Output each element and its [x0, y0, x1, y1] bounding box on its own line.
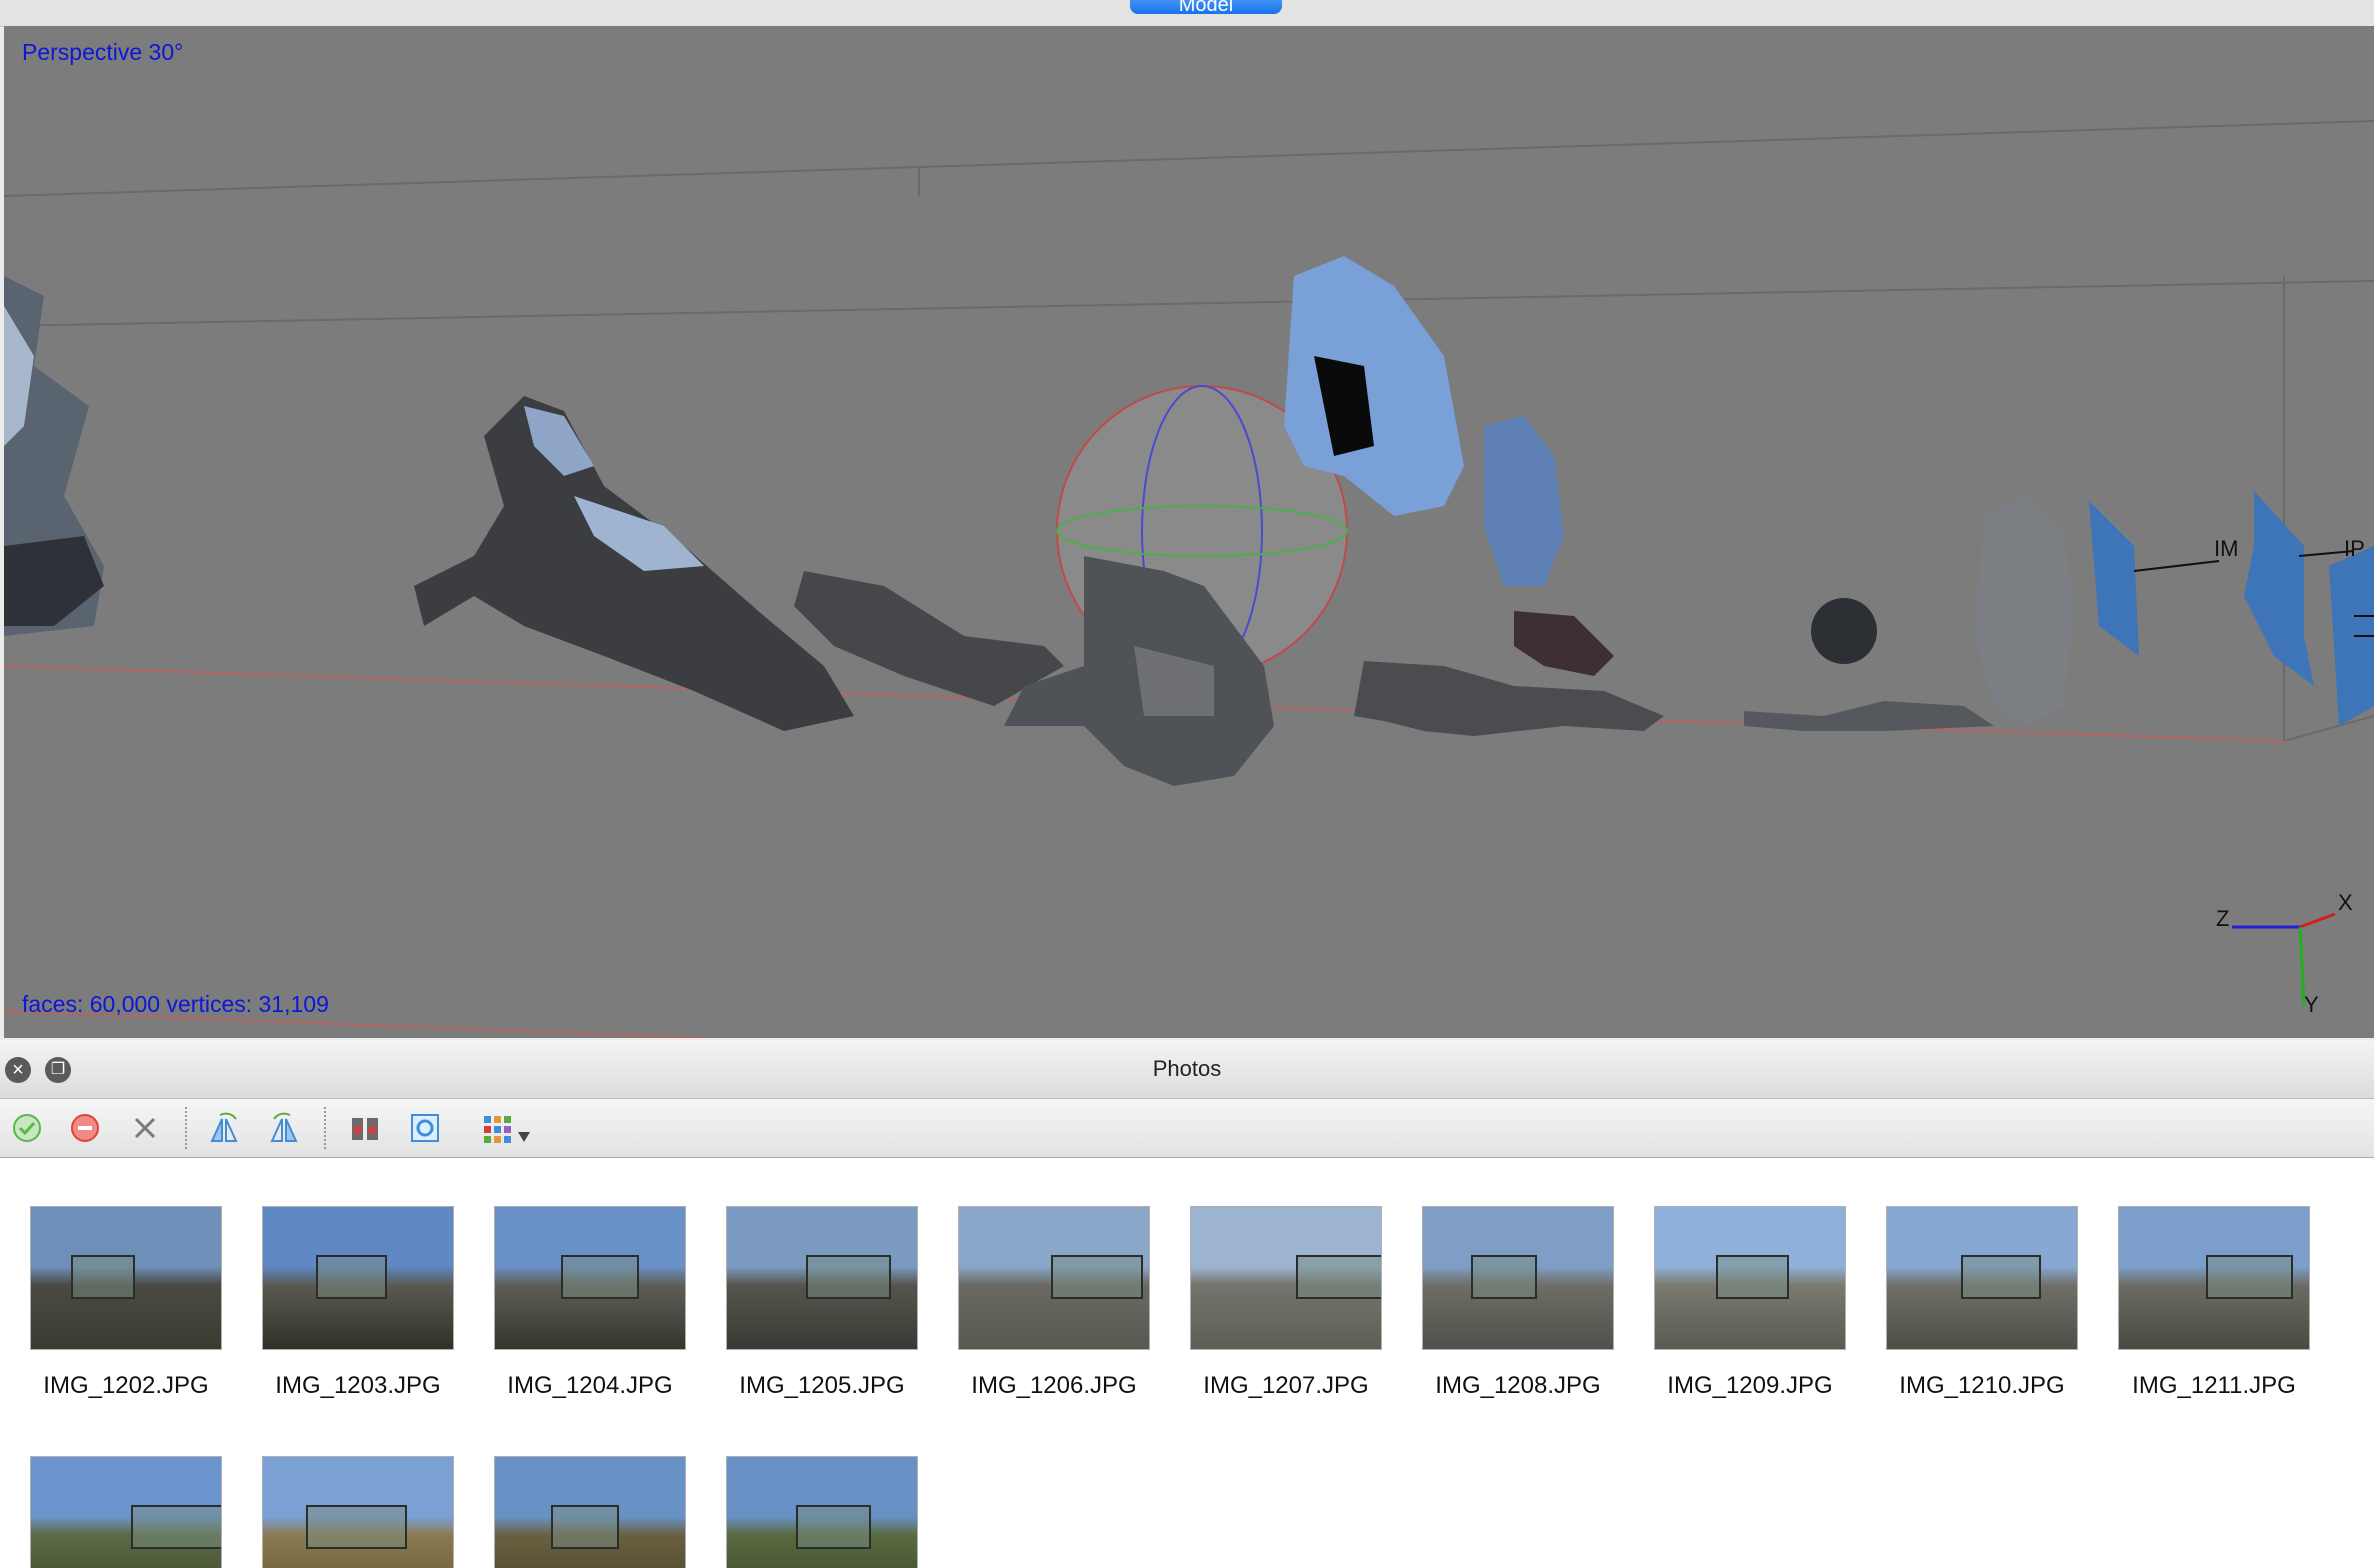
photo-image — [2118, 1206, 2310, 1350]
window-top-bar: Model — [0, 0, 2374, 27]
photo-thumbnail[interactable] — [494, 1456, 686, 1568]
model-tab[interactable]: Model — [1130, 0, 1282, 14]
photo-image — [1654, 1206, 1846, 1350]
photo-image — [494, 1206, 686, 1350]
photo-thumbnail[interactable]: IMG_1203.JPG — [262, 1206, 454, 1399]
photo-filename: IMG_1205.JPG — [739, 1372, 905, 1399]
photo-thumbnail[interactable]: IMG_1206.JPG — [958, 1206, 1150, 1399]
photo-image — [958, 1206, 1150, 1350]
photo-thumbnail[interactable]: IMG_1211.JPG — [2118, 1206, 2310, 1399]
camera-label-1: IM — [2214, 536, 2239, 561]
bus-shelter-shape — [806, 1255, 891, 1299]
bus-shelter-shape — [131, 1505, 221, 1549]
photos-panel-title: Photos — [1152, 1056, 1222, 1081]
photo-image — [726, 1456, 918, 1568]
remove-icon[interactable] — [126, 1109, 164, 1147]
photo-image — [1422, 1206, 1614, 1350]
photo-thumbnail[interactable]: IMG_1204.JPG — [494, 1206, 686, 1399]
photo-image — [726, 1206, 918, 1350]
photo-image — [1190, 1206, 1382, 1350]
photo-image — [262, 1456, 454, 1568]
photo-filename: IMG_1208.JPG — [1435, 1372, 1601, 1399]
bus-shelter-shape — [1961, 1255, 2041, 1299]
camera-label-2: IP — [2344, 536, 2365, 561]
y-axis-label: Y — [2304, 992, 2319, 1017]
mesh-stats-label: faces: 60,000 vertices: 31,109 — [22, 991, 329, 1017]
photo-thumbnail[interactable] — [30, 1456, 222, 1568]
photos-panel-header: × ❐ Photos — [0, 1040, 2374, 1099]
bus-shelter-shape — [1296, 1255, 1381, 1299]
enable-icon[interactable] — [8, 1109, 46, 1147]
bus-shelter-shape — [1716, 1255, 1789, 1299]
rotate-right-icon[interactable] — [206, 1109, 244, 1147]
photo-thumbnail[interactable] — [262, 1456, 454, 1568]
rotate-left-icon[interactable] — [266, 1109, 304, 1147]
photo-thumbnail[interactable]: IMG_1207.JPG — [1190, 1206, 1382, 1399]
view-mode-icon[interactable] — [478, 1109, 538, 1147]
bus-shelter-shape — [316, 1255, 387, 1299]
photo-image — [262, 1206, 454, 1350]
toolbar-separator — [185, 1107, 187, 1149]
axes-indicator — [2232, 912, 2336, 1007]
photo-filename: IMG_1203.JPG — [275, 1372, 441, 1399]
bus-shelter-shape — [1051, 1255, 1143, 1299]
bus-shelter-shape — [561, 1255, 639, 1299]
photo-filename: IMG_1210.JPG — [1899, 1372, 2065, 1399]
photo-thumbnail[interactable] — [726, 1456, 918, 1568]
photo-filename: IMG_1207.JPG — [1203, 1372, 1369, 1399]
model-tab-label: Model — [1178, 0, 1234, 14]
bus-shelter-shape — [2206, 1255, 2293, 1299]
photos-gallery: IMG_1202.JPG IMG_1203.JPG IMG_1204.JPG IMG_… — [0, 1158, 2374, 1568]
bus-shelter-shape — [796, 1505, 871, 1549]
photo-image — [30, 1206, 222, 1350]
z-axis-label: Z — [2216, 906, 2230, 931]
3d-model-viewport[interactable]: Perspective 30° faces: 60,000 vertices: … — [4, 26, 2374, 1038]
photo-filename: IMG_1206.JPG — [971, 1372, 1137, 1399]
photo-filename: IMG_1211.JPG — [2132, 1372, 2296, 1399]
toolbar-separator — [324, 1107, 326, 1149]
x-axis-label: X — [2338, 890, 2353, 915]
photos-toolbar — [0, 1099, 2374, 1158]
photo-image — [494, 1456, 686, 1568]
show-image-icon[interactable] — [406, 1109, 444, 1147]
photo-thumbnail[interactable]: IMG_1202.JPG — [30, 1206, 222, 1399]
photo-thumbnail[interactable]: IMG_1208.JPG — [1422, 1206, 1614, 1399]
bus-shelter-shape — [1471, 1255, 1537, 1299]
photo-filename: IMG_1209.JPG — [1667, 1372, 1833, 1399]
photo-filename: IMG_1204.JPG — [507, 1372, 673, 1399]
filter-cameras-icon[interactable] — [346, 1109, 384, 1147]
disable-icon[interactable] — [66, 1109, 104, 1147]
mesh-fragments — [4, 256, 2074, 786]
photo-image — [30, 1456, 222, 1568]
photo-filename: IMG_1202.JPG — [43, 1372, 209, 1399]
bus-shelter-shape — [306, 1505, 407, 1549]
photo-thumbnail[interactable]: IMG_1209.JPG — [1654, 1206, 1846, 1399]
model-scene — [4, 120, 2374, 1038]
bus-shelter-shape — [71, 1255, 135, 1299]
photo-thumbnail[interactable]: IMG_1205.JPG — [726, 1206, 918, 1399]
view-mode-label: Perspective 30° — [22, 39, 184, 65]
camera-planes[interactable] — [2089, 491, 2374, 726]
photo-thumbnail[interactable]: IMG_1210.JPG — [1886, 1206, 2078, 1399]
photo-image — [1886, 1206, 2078, 1350]
bus-shelter-shape — [551, 1505, 619, 1549]
